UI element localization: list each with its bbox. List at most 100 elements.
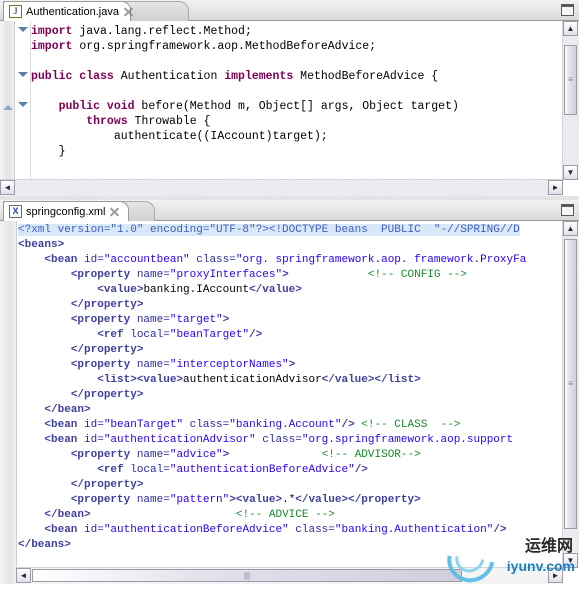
fold-marker-method[interactable] [17, 99, 28, 110]
xml-editor-tabstrip: X springconfig.xml [0, 200, 579, 221]
maximize-icon-java[interactable] [561, 4, 574, 16]
code-token: <bean [44, 419, 85, 431]
code-token: /> [354, 464, 368, 476]
java-vertical-scrollbar[interactable]: ▲ ≡ ▼ [562, 21, 579, 180]
code-token: <ref [97, 329, 131, 341]
code-line: </property> [18, 298, 526, 313]
scroll-down-button[interactable]: ▼ [563, 553, 578, 568]
eclipse-window: J Authentication.java import java.lang.r… [0, 0, 579, 592]
code-token: "authenticationBeforeAdvice" [169, 464, 355, 476]
fold-marker-class[interactable] [17, 69, 28, 80]
scroll-right-button[interactable]: ► [548, 180, 563, 195]
code-token: throws [86, 115, 128, 128]
code-token: </beans> [18, 539, 71, 551]
code-line: <ref local="authenticationBeforeAdvice"/… [18, 463, 526, 478]
code-token: Throwable { [127, 115, 211, 128]
scroll-up-button[interactable]: ▲ [563, 221, 578, 236]
code-line: </property> [18, 343, 526, 358]
code-token: before(Method m, Object[] args, Object t… [134, 100, 459, 113]
code-token: <value> [97, 284, 144, 296]
code-token: name= [136, 269, 170, 281]
fold-marker-overview[interactable] [2, 102, 13, 113]
xml-horizontal-scrollbar[interactable]: ◄ ||| ► [16, 567, 563, 584]
code-token: </property> [70, 479, 144, 491]
code-line: <list><value>authenticationAdvisor</valu… [18, 373, 526, 388]
code-token: </property> [70, 344, 144, 356]
code-token: "authenticationAdvisor" [103, 434, 256, 446]
code-token: </bean> [44, 509, 91, 521]
code-token: </bean> [44, 404, 91, 416]
code-line: throws Throwable { [31, 114, 459, 129]
code-line: </property> [18, 478, 526, 493]
java-code-content[interactable]: import java.lang.reflect.Method; import o… [31, 24, 459, 159]
code-token: <list><value> [97, 374, 184, 386]
code-token: <value> [235, 494, 283, 506]
java-vscroll-thumb[interactable]: ≡ [564, 45, 577, 115]
code-line: </bean> [18, 403, 526, 418]
code-line: <bean id="beanTarget" class="banking.Acc… [18, 418, 526, 433]
code-line: <property name="pattern"><value>.*</valu… [18, 493, 526, 508]
scroll-left-button[interactable]: ◄ [0, 180, 15, 195]
code-token: public class [31, 70, 114, 83]
scroll-right-button[interactable]: ► [548, 568, 563, 583]
code-token: "interceptorNames" [169, 359, 289, 371]
code-token: </value></list> [321, 374, 421, 386]
code-token: </value> [249, 284, 302, 296]
java-hscroll-track[interactable] [15, 180, 548, 196]
maximize-icon-xml[interactable] [561, 204, 574, 216]
xml-hscroll-thumb[interactable]: ||| [32, 569, 462, 582]
java-file-icon: J [9, 5, 22, 18]
scroll-down-button[interactable]: ▼ [563, 165, 578, 180]
code-token: "banking.Authentication" [334, 524, 494, 536]
xml-vertical-scrollbar[interactable]: ▲ ≡ ▼ [562, 221, 579, 568]
scroll-up-button[interactable]: ▲ [563, 21, 578, 36]
code-token: class= [288, 524, 335, 536]
xml-editor-body: <?xml version="1.0" encoding="UTF-8"?><!… [0, 221, 579, 584]
code-token: <property [70, 449, 137, 461]
xml-editor-panel: X springconfig.xml <?xml version="1.0" e… [0, 200, 579, 584]
tab-label: Authentication.java [26, 5, 119, 18]
java-fold-column [15, 21, 31, 196]
code-token: <property [70, 314, 137, 326]
code-line: import org.springframework.aop.MethodBef… [31, 39, 459, 54]
code-line: <property name="advice"> <!-- ADVISOR--> [18, 448, 526, 463]
xml-code-content[interactable]: <?xml version="1.0" encoding="UTF-8"?><!… [18, 223, 526, 553]
code-token: <property [70, 269, 137, 281]
code-line: </beans> [18, 538, 526, 553]
xml-file-icon: X [9, 205, 22, 218]
scroll-left-button[interactable]: ◄ [16, 568, 31, 583]
code-token: "org. springframework.aop. framework.Pro… [235, 254, 527, 266]
code-token: class= [183, 419, 230, 431]
code-line: <beans> [18, 238, 526, 253]
fold-marker-import[interactable] [17, 24, 28, 35]
code-token: id= [84, 524, 104, 536]
xml-vscroll-thumb[interactable]: ≡ [564, 239, 577, 529]
tab-authentication-java[interactable]: J Authentication.java [3, 1, 131, 21]
code-line: } [31, 144, 459, 159]
java-horizontal-scrollbar[interactable]: ◄ ► [0, 179, 563, 196]
code-token: "accountbean" [103, 254, 190, 266]
code-token: <ref [97, 464, 131, 476]
code-token: name= [136, 449, 170, 461]
code-token: id= [84, 434, 104, 446]
code-token: <bean [44, 524, 85, 536]
java-editor-tabstrip: J Authentication.java [0, 0, 579, 21]
code-token: class= [189, 254, 236, 266]
close-icon[interactable] [123, 6, 134, 17]
code-token: </value></property> [295, 494, 421, 506]
tab-springconfig-xml[interactable]: X springconfig.xml [3, 201, 129, 221]
close-icon[interactable] [109, 206, 120, 217]
